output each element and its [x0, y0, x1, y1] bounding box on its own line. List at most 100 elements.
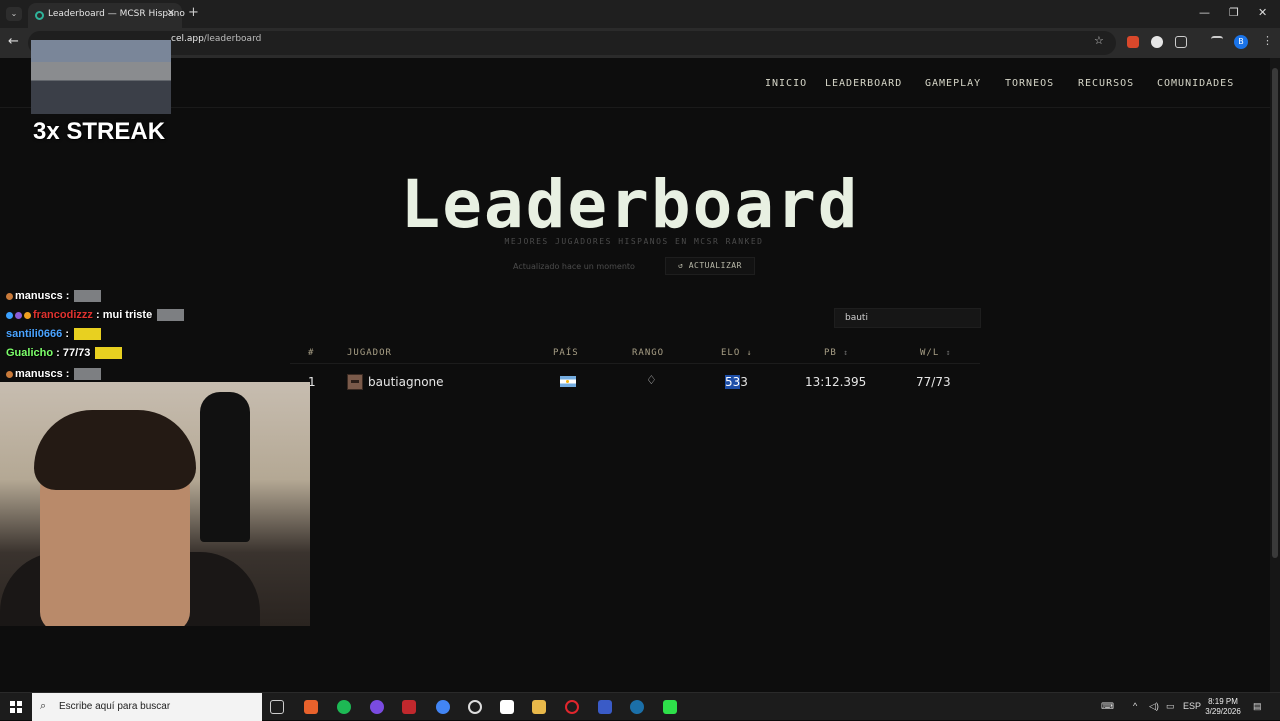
nav-leaderboard[interactable]: LEADERBOARD [825, 78, 902, 89]
media-controls-icon[interactable] [1211, 36, 1223, 48]
chat-user: manuscs [15, 290, 63, 302]
chat-badge-icon [6, 311, 13, 319]
nav-inicio[interactable]: INICIO [765, 78, 807, 89]
clock-date: 3/29/2026 [1205, 707, 1241, 716]
streak-label: 3x STREAK [33, 118, 166, 145]
browser-menu-icon[interactable]: ⋮ [1262, 34, 1273, 47]
elo-selected-text: 53 [725, 375, 741, 389]
col-rank-header: # [308, 348, 315, 358]
app-icon[interactable] [598, 700, 612, 714]
clock-time: 8:19 PM [1208, 697, 1238, 706]
taskbar-clock[interactable]: 8:19 PM 3/29/2026 [1198, 697, 1248, 717]
app-icon[interactable] [500, 700, 514, 714]
restore-button[interactable]: ❐ [1229, 6, 1239, 19]
chat-badge-icon [15, 311, 22, 319]
extension-icon[interactable] [1151, 36, 1163, 48]
webcam-overlay [0, 382, 310, 626]
row-pb: 13:12.395 [805, 375, 867, 389]
browser-tab[interactable]: Leaderboard — MCSR Hispano ✕ [28, 3, 185, 28]
notifications-icon[interactable]: ▤ [1253, 701, 1262, 712]
chat-emote-icon [157, 309, 185, 322]
sort-desc-icon: ↓ [746, 348, 753, 357]
diamond-rank-icon: ♢ [646, 373, 657, 387]
back-arrow-icon[interactable]: ← [8, 34, 19, 49]
nav-comunidades[interactable]: COMUNIDADES [1157, 78, 1234, 89]
elo-header-label: ELO [721, 348, 741, 358]
row-player-name[interactable]: bautiagnone [368, 375, 444, 389]
nav-torneos[interactable]: TORNEOS [1005, 78, 1054, 89]
player-search-input[interactable] [834, 308, 981, 328]
browser-toolbar: ← cel.app/leaderboard ☆ B ⋮ [0, 28, 1280, 58]
chat-message: manuscs : [6, 290, 102, 303]
nav-gameplay[interactable]: GAMEPLAY [925, 78, 981, 89]
site-navbar: INICIO LEADERBOARD GAMEPLAY TORNEOS RECU… [0, 58, 1270, 108]
minimize-button[interactable]: — [1199, 6, 1210, 19]
chat-user: francodizzz [33, 309, 93, 321]
tab-close-icon[interactable]: ✕ [167, 8, 175, 19]
sort-icon: ↕ [843, 348, 850, 357]
page-scrollbar[interactable] [1270, 58, 1280, 692]
tab-title: Leaderboard — MCSR Hispano [48, 9, 185, 19]
table-header-divider [290, 363, 980, 364]
page-title: Leaderboard [400, 166, 860, 243]
row-elo: 533 [725, 375, 748, 389]
chat-badge-icon [6, 370, 13, 378]
kick-icon[interactable] [663, 700, 677, 714]
col-player-header[interactable]: JUGADOR [347, 348, 392, 358]
windows-taskbar: ⌕ Escribe aquí para buscar ⌨ ^ ◁) ▭ ESP … [0, 692, 1280, 721]
chat-emote-icon [74, 328, 102, 341]
player-head-avatar [347, 374, 363, 390]
volume-icon[interactable]: ◁) [1149, 701, 1159, 712]
streamer-hair [34, 410, 196, 490]
col-country-header: PAÍS [553, 348, 579, 358]
url-text[interactable]: cel.app/leaderboard [171, 34, 261, 44]
opera-icon[interactable] [565, 700, 579, 714]
search-icon: ⌕ [40, 699, 47, 712]
chat-emote-icon [74, 290, 102, 303]
bookmark-star-icon[interactable]: ☆ [1094, 34, 1104, 47]
network-icon[interactable]: ▭ [1166, 701, 1175, 712]
task-view-icon[interactable] [270, 700, 284, 714]
last-updated-text: Actualizado hace un momento [513, 262, 635, 271]
chat-badge-icon [6, 292, 13, 300]
col-tier-header: RANGO [632, 348, 665, 358]
chrome-icon[interactable] [436, 700, 450, 714]
taskbar-search-placeholder: Escribe aquí para buscar [59, 701, 171, 712]
spotify-icon[interactable] [337, 700, 351, 714]
profile-avatar[interactable]: B [1234, 35, 1248, 49]
streak-clip-image [31, 40, 171, 114]
chat-message: Gualicho : 77/73 [6, 347, 123, 360]
scrollbar-thumb[interactable] [1272, 68, 1278, 558]
chat-text: mui triste [102, 309, 153, 321]
tray-chevron-icon[interactable]: ^ [1133, 701, 1137, 711]
taskbar-search-box[interactable]: ⌕ Escribe aquí para buscar [32, 693, 262, 721]
col-elo-header[interactable]: ELO ↓ [721, 348, 753, 358]
col-wl-header[interactable]: W/L ↕ [920, 348, 952, 358]
col-pb-header[interactable]: PB ↕ [824, 348, 849, 358]
sort-icon: ↕ [945, 348, 952, 357]
argentina-flag-icon [560, 376, 576, 387]
close-window-button[interactable]: ✕ [1258, 6, 1267, 19]
app-icon[interactable] [304, 700, 318, 714]
file-explorer-icon[interactable] [532, 700, 546, 714]
app-icon[interactable] [402, 700, 416, 714]
extension-icon[interactable] [1127, 36, 1139, 48]
extensions-puzzle-icon[interactable] [1175, 36, 1187, 48]
nav-recursos[interactable]: RECURSOS [1078, 78, 1134, 89]
new-tab-button[interactable]: + [188, 5, 199, 20]
chat-message: santili0666 : [6, 328, 102, 341]
tab-search-chevron-icon[interactable]: ⌄ [6, 7, 22, 21]
windows-start-icon[interactable] [10, 701, 22, 713]
mannequin-figure [200, 392, 250, 542]
chat-emote-icon [95, 347, 123, 360]
site-favicon-icon [35, 11, 44, 20]
refresh-button[interactable]: ↺ ACTUALIZAR [665, 257, 755, 275]
keyboard-icon[interactable]: ⌨ [1101, 701, 1114, 712]
obs-icon[interactable] [468, 700, 482, 714]
app-icon[interactable] [370, 700, 384, 714]
steam-icon[interactable] [630, 700, 644, 714]
chat-user: manuscs [15, 368, 63, 380]
wl-header-label: W/L [920, 348, 940, 358]
elo-rest-text: 3 [740, 375, 748, 389]
row-wl: 77/73 [916, 375, 951, 389]
